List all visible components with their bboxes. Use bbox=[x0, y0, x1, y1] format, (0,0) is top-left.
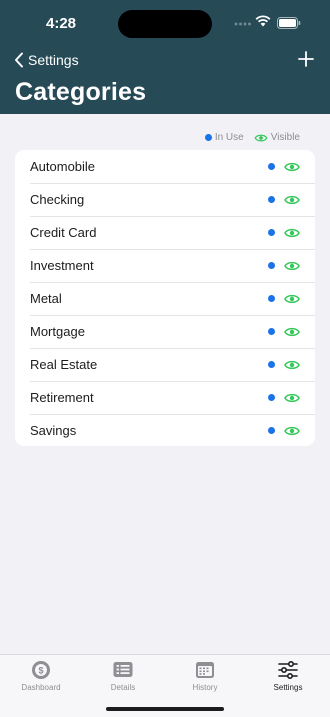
tab-label: Details bbox=[110, 683, 136, 692]
in-use-dot-icon bbox=[268, 229, 275, 236]
legend-in-use-label: In Use bbox=[214, 132, 244, 143]
plus-icon[interactable] bbox=[296, 49, 316, 69]
sliders-icon bbox=[278, 660, 298, 680]
tab-details[interactable]: Details bbox=[82, 655, 164, 701]
legend: In Use Visible bbox=[204, 132, 300, 143]
nav-header: 4:28 Settings Categories bbox=[0, 0, 330, 114]
category-label: Automobile bbox=[30, 159, 96, 174]
calendar-icon bbox=[196, 662, 214, 678]
category-label: Retirement bbox=[30, 390, 94, 405]
dynamic-island bbox=[118, 10, 212, 38]
category-row[interactable]: Investment bbox=[15, 249, 315, 282]
list-icon bbox=[113, 662, 133, 677]
category-label: Mortgage bbox=[30, 324, 85, 339]
category-label: Credit Card bbox=[30, 225, 97, 240]
in-use-dot-icon bbox=[204, 134, 212, 141]
category-row[interactable]: Credit Card bbox=[15, 216, 315, 249]
eye-icon[interactable] bbox=[284, 425, 300, 437]
page-title: Categories bbox=[15, 78, 147, 106]
eye-icon[interactable] bbox=[284, 161, 300, 173]
tab-dashboard[interactable]: $ Dashboard bbox=[0, 655, 82, 701]
category-row[interactable]: Automobile bbox=[15, 150, 315, 183]
in-use-dot-icon bbox=[268, 163, 275, 170]
category-row[interactable]: Metal bbox=[15, 282, 315, 315]
in-use-dot-icon bbox=[268, 427, 275, 434]
category-list: Automobile Checking Credit Card Investment M… bbox=[15, 150, 315, 446]
category-label: Checking bbox=[30, 192, 85, 207]
eye-icon[interactable] bbox=[284, 260, 300, 272]
eye-icon[interactable] bbox=[284, 359, 300, 371]
back-button-label: Settings bbox=[28, 52, 79, 68]
svg-text:$: $ bbox=[38, 666, 43, 676]
status-time: 4:28 bbox=[46, 15, 77, 32]
battery-icon bbox=[277, 17, 301, 29]
legend-visible-label: Visible bbox=[270, 132, 300, 143]
in-use-dot-icon bbox=[268, 394, 275, 401]
category-label: Savings bbox=[30, 423, 77, 438]
back-button[interactable]: Settings bbox=[14, 50, 79, 70]
category-label: Metal bbox=[30, 291, 62, 306]
eye-icon bbox=[254, 134, 268, 141]
tab-label: Settings bbox=[273, 683, 303, 692]
in-use-dot-icon bbox=[268, 295, 275, 302]
in-use-dot-icon bbox=[268, 328, 275, 335]
category-label: Investment bbox=[30, 258, 94, 273]
category-row[interactable]: Real Estate bbox=[15, 348, 315, 381]
category-row[interactable]: Retirement bbox=[15, 381, 315, 414]
category-row[interactable]: Mortgage bbox=[15, 315, 315, 348]
tab-settings[interactable]: Settings bbox=[247, 655, 329, 701]
home-indicator bbox=[106, 707, 224, 711]
tab-label: Dashboard bbox=[21, 683, 61, 692]
category-row[interactable]: Savings bbox=[15, 414, 315, 446]
tab-label: History bbox=[192, 683, 218, 692]
eye-icon[interactable] bbox=[284, 227, 300, 239]
status-bar: 4:28 bbox=[0, 0, 330, 44]
wifi-icon bbox=[255, 15, 271, 27]
eye-icon[interactable] bbox=[284, 326, 300, 338]
in-use-dot-icon bbox=[268, 262, 275, 269]
in-use-dot-icon bbox=[268, 196, 275, 203]
category-label: Real Estate bbox=[30, 357, 98, 372]
tab-history[interactable]: History bbox=[164, 655, 246, 701]
cellular-signal-icon bbox=[234, 22, 251, 26]
in-use-dot-icon bbox=[268, 361, 275, 368]
eye-icon[interactable] bbox=[284, 293, 300, 305]
eye-icon[interactable] bbox=[284, 392, 300, 404]
category-row[interactable]: Checking bbox=[15, 183, 315, 216]
dollar-circle-icon: $ bbox=[32, 661, 50, 679]
chevron-left-icon bbox=[15, 52, 23, 68]
eye-icon[interactable] bbox=[284, 194, 300, 206]
